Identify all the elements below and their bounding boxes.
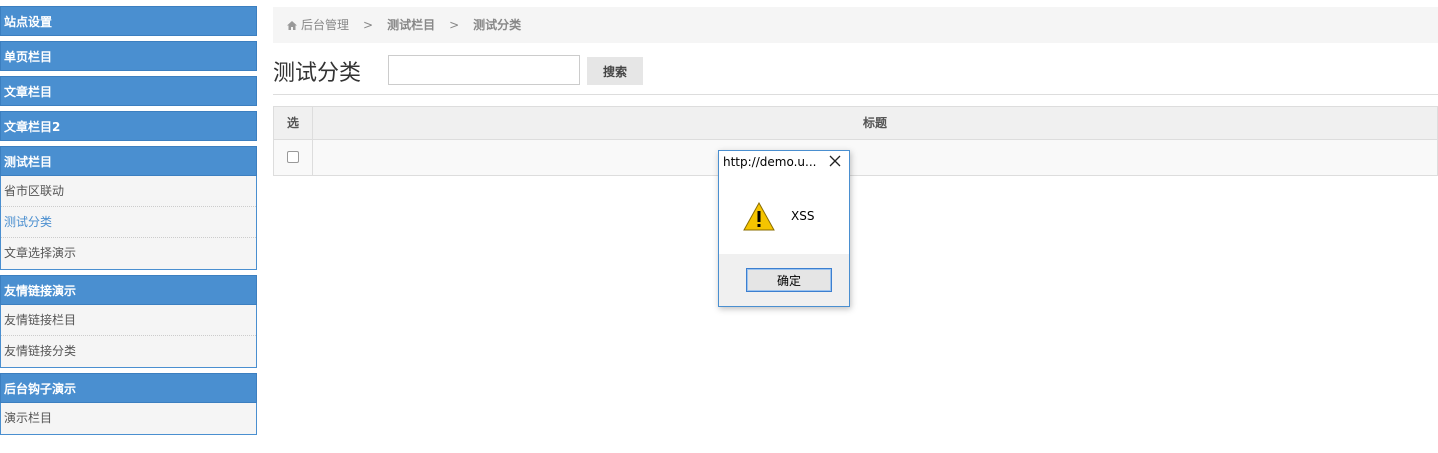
table-header-row: 选 标题 [274, 107, 1437, 140]
breadcrumb-home[interactable]: 后台管理 [301, 18, 349, 32]
sidebar-item-article-select-demo[interactable]: 文章选择演示 [1, 238, 256, 269]
title-bar: 测试分类 搜索 [273, 43, 1438, 95]
sidebar-group-body: 演示栏目 [0, 403, 257, 435]
sidebar-group-body: 友情链接栏目 友情链接分类 [0, 305, 257, 368]
dialog-message: XSS [791, 209, 815, 223]
sidebar-header-hooks[interactable]: 后台钩子演示 [0, 373, 257, 403]
column-header-select: 选 [274, 107, 313, 139]
sidebar-item-link-category[interactable]: 友情链接分类 [1, 336, 256, 367]
close-icon[interactable] [829, 155, 841, 167]
sidebar-item-test-category[interactable]: 测试分类 [1, 207, 256, 238]
breadcrumb: 后台管理 > 测试栏目 > 测试分类 [273, 7, 1438, 43]
dialog-footer: 确定 [719, 254, 849, 306]
alert-dialog: http://demo.u... XSS 确定 [718, 150, 850, 307]
sidebar-header-article2[interactable]: 文章栏目2 [0, 111, 257, 141]
sidebar-group-links: 友情链接演示 友情链接栏目 友情链接分类 [0, 275, 257, 368]
sidebar-group-article: 文章栏目 [0, 76, 257, 106]
dialog-body: XSS [719, 175, 849, 255]
ok-button[interactable]: 确定 [746, 268, 832, 292]
table-row [274, 140, 1437, 175]
search-input[interactable] [388, 55, 580, 85]
data-table: 选 标题 [273, 106, 1438, 176]
sidebar: 站点设置 单页栏目 文章栏目 文章栏目2 测试栏目 省市区联动 测试分类 文章选… [0, 6, 257, 440]
table-cell-select [274, 140, 313, 175]
breadcrumb-level2: 测试分类 [473, 18, 522, 32]
sidebar-item-region-linkage[interactable]: 省市区联动 [1, 176, 256, 207]
main-content: 后台管理 > 测试栏目 > 测试分类 测试分类 搜索 选 标题 [273, 7, 1438, 176]
sidebar-group-article2: 文章栏目2 [0, 111, 257, 141]
sidebar-group-body: 省市区联动 测试分类 文章选择演示 [0, 176, 257, 270]
home-icon [287, 21, 297, 30]
sidebar-header-site-settings[interactable]: 站点设置 [0, 6, 257, 36]
breadcrumb-separator: > [363, 18, 374, 32]
sidebar-group-single-page: 单页栏目 [0, 41, 257, 71]
sidebar-header-article[interactable]: 文章栏目 [0, 76, 257, 106]
sidebar-item-demo-column[interactable]: 演示栏目 [1, 403, 256, 434]
sidebar-group-hooks: 后台钩子演示 演示栏目 [0, 373, 257, 435]
sidebar-group-site-settings: 站点设置 [0, 6, 257, 36]
dialog-titlebar: http://demo.u... [719, 151, 849, 175]
row-checkbox[interactable] [287, 151, 299, 163]
sidebar-header-test[interactable]: 测试栏目 [0, 146, 257, 176]
search-button[interactable]: 搜索 [587, 57, 643, 85]
breadcrumb-separator: > [449, 18, 460, 32]
page-title: 测试分类 [273, 61, 362, 86]
dialog-title: http://demo.u... [723, 155, 817, 169]
sidebar-group-test: 测试栏目 省市区联动 测试分类 文章选择演示 [0, 146, 257, 270]
sidebar-header-links[interactable]: 友情链接演示 [0, 275, 257, 305]
breadcrumb-level1[interactable]: 测试栏目 [387, 18, 435, 32]
table-cell-title [313, 140, 1437, 175]
warning-icon [743, 201, 775, 234]
sidebar-item-link-column[interactable]: 友情链接栏目 [1, 305, 256, 336]
sidebar-header-single-page[interactable]: 单页栏目 [0, 41, 257, 71]
column-header-title: 标题 [862, 116, 887, 130]
